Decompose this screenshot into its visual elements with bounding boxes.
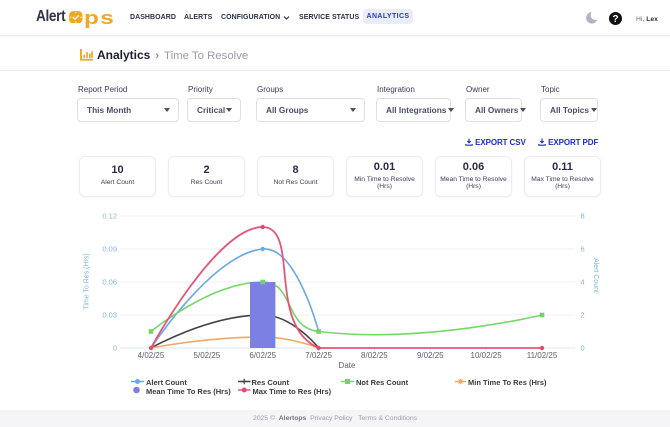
svg-text:Date: Date — [339, 361, 356, 370]
svg-text:Alert Count: Alert Count — [592, 258, 599, 293]
svg-text:Time To Res (Hrs): Time To Res (Hrs) — [84, 253, 91, 309]
svg-text:6/02/25: 6/02/25 — [249, 351, 276, 360]
svg-text:0.06: 0.06 — [102, 278, 117, 287]
svg-text:9/02/25: 9/02/25 — [417, 351, 444, 360]
svg-text:5/02/25: 5/02/25 — [194, 351, 221, 360]
svg-text:11/02/25: 11/02/25 — [527, 351, 558, 360]
svg-text:4: 4 — [581, 278, 585, 287]
svg-text:8/02/25: 8/02/25 — [361, 351, 388, 360]
svg-text:0.09: 0.09 — [102, 245, 117, 254]
svg-text:4/02/25: 4/02/25 — [138, 351, 165, 360]
svg-text:0.03: 0.03 — [102, 311, 117, 320]
svg-text:10/02/25: 10/02/25 — [471, 351, 503, 360]
svg-text:6: 6 — [581, 245, 585, 254]
svg-text:2: 2 — [581, 311, 585, 320]
svg-text:7/02/25: 7/02/25 — [305, 351, 332, 360]
svg-text:0: 0 — [581, 344, 585, 353]
svg-text:8: 8 — [581, 212, 585, 221]
svg-text:0: 0 — [113, 344, 117, 353]
svg-text:0.12: 0.12 — [102, 212, 117, 221]
